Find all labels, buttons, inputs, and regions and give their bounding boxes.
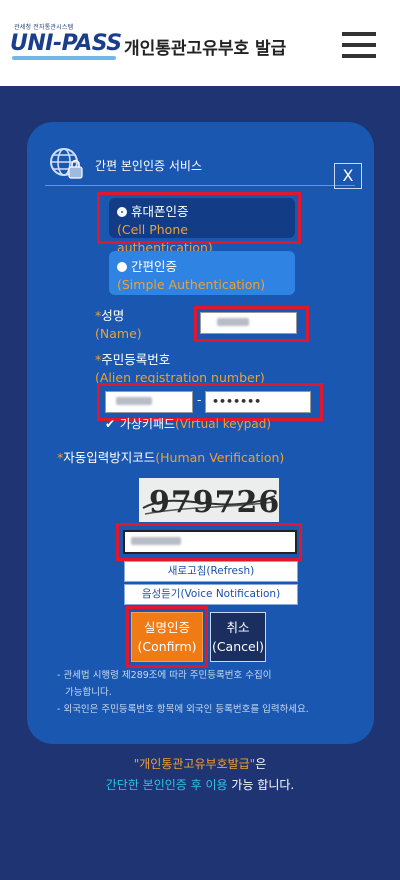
virtual-keypad-checkbox[interactable]: ✔ 가상키패드(Virtual keypad) — [105, 416, 271, 432]
auth-modal: 간편 본인인증 서비스 X 휴대폰인증 (Cell Phone authenti… — [27, 122, 374, 744]
unipass-logo[interactable]: UNI-PASS — [10, 31, 122, 56]
cellphone-auth-label: 휴대폰인증 — [131, 204, 189, 219]
modal-notes: - 관세법 시행령 제289조에 따라 주민등록번호 수집이 가능합니다. - … — [57, 670, 309, 715]
reg-number-label: *주민등록번호 (Alien registration number) — [95, 352, 265, 385]
name-input[interactable] — [200, 312, 297, 334]
globe-lock-icon — [50, 148, 83, 179]
footer-line-2: 간단한 본인인증 후 이용 가능 합니다. — [105, 778, 295, 792]
refresh-captcha-button[interactable]: 새로고침(Refresh) — [124, 561, 298, 582]
captcha-image: 979726 — [139, 478, 279, 522]
modal-title: 간편 본인인증 서비스 — [95, 159, 202, 173]
captcha-code: 979726 — [149, 485, 279, 520]
reg-number-back-input[interactable]: ••••••• — [205, 391, 311, 413]
app-header: 관세청 전자통관시스템 UNI-PASS 개인통관고유부호 발급 — [0, 0, 400, 86]
radio-selected-icon[interactable] — [117, 207, 127, 217]
page-title: 개인통관고유부호 발급 — [124, 39, 287, 59]
captcha-label: *자동입력방지코드(Human Verification) — [57, 450, 285, 465]
hamburger-menu-icon[interactable] — [342, 30, 376, 60]
cancel-button[interactable]: 취소 (Cancel) — [210, 612, 266, 662]
captcha-input[interactable] — [123, 530, 297, 554]
confirm-button[interactable]: 실명인증 (Confirm) — [131, 612, 203, 662]
radio-unselected-icon[interactable] — [117, 262, 127, 272]
simple-auth-label: 간편인증 — [131, 259, 178, 274]
reg-number-separator: - — [197, 393, 202, 407]
modal-header: 간편 본인인증 서비스 X — [45, 144, 362, 189]
cellphone-auth-option[interactable]: 휴대폰인증 (Cell Phone authentication) — [109, 198, 295, 255]
simple-auth-option[interactable]: 간편인증 (Simple Authentication) — [109, 251, 295, 295]
checkmark-icon: ✔ — [105, 417, 116, 431]
voice-captcha-button[interactable]: 음성듣기(Voice Notification) — [124, 584, 298, 605]
close-button[interactable]: X — [334, 163, 362, 189]
simple-auth-sub: (Simple Authentication) — [117, 277, 266, 292]
footer-line-1: "개인통관고유부호발급"은 — [133, 757, 267, 771]
reg-number-front-input[interactable] — [105, 391, 193, 413]
logo-swoosh — [12, 56, 116, 60]
logo-subtitle: 관세청 전자통관시스템 — [14, 24, 74, 31]
name-label: *성명 (Name) — [95, 308, 142, 341]
